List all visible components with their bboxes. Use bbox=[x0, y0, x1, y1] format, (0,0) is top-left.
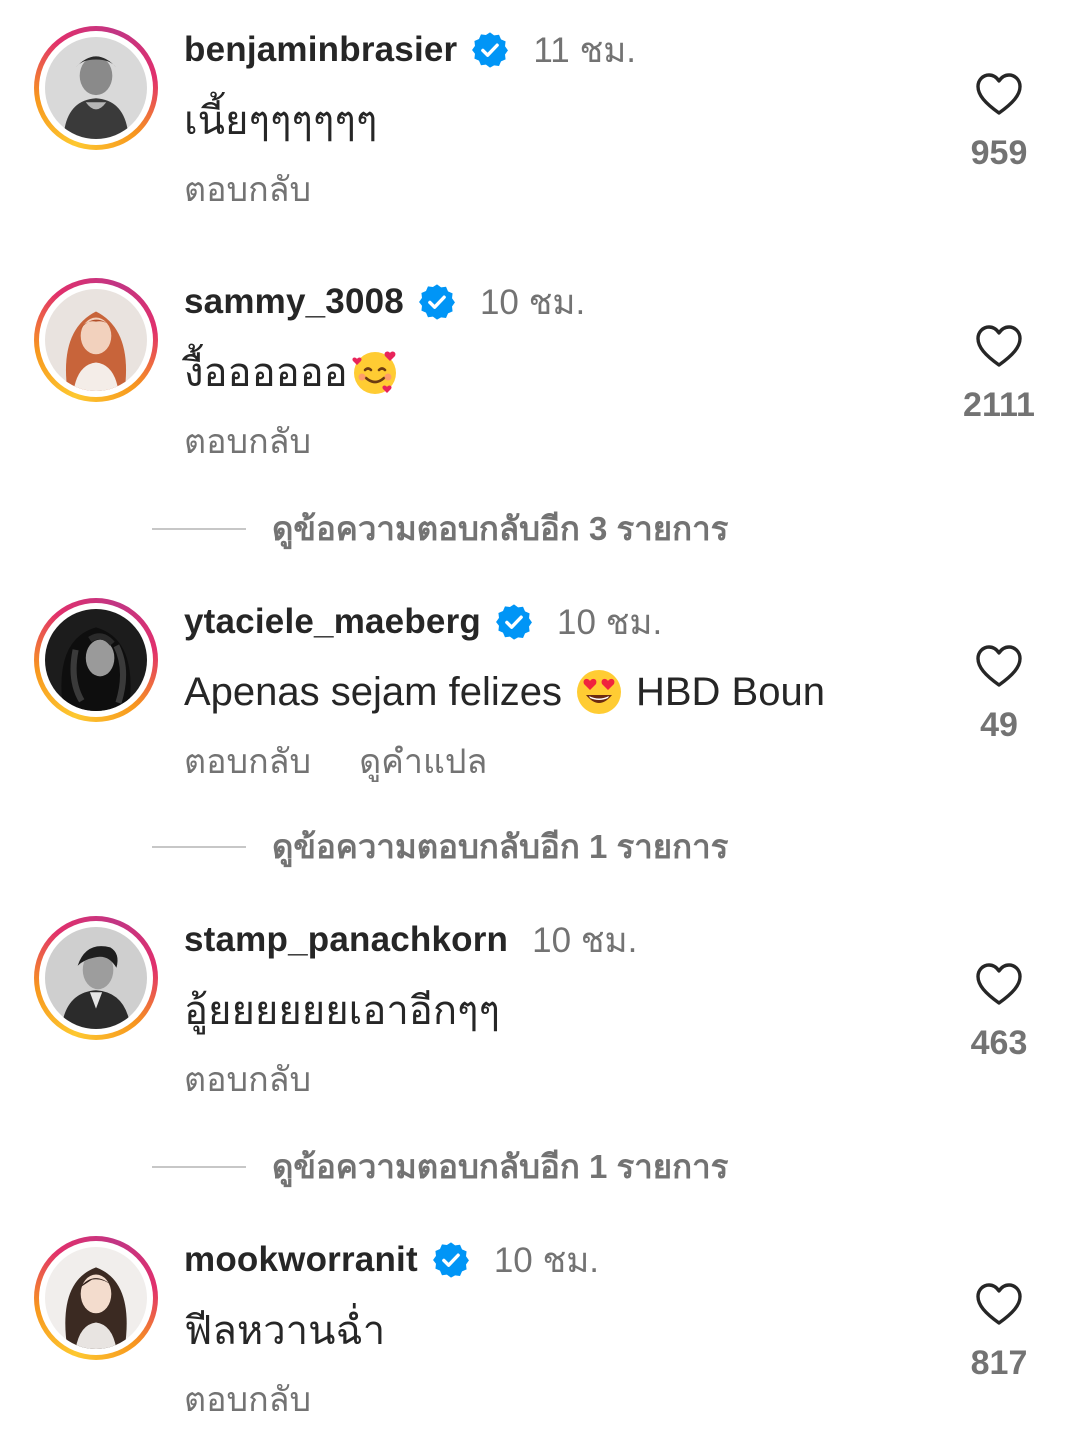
comment-item: benjaminbrasier 11 ชม. เนี้ยๆๆๆๆๆๆ ตอบกล… bbox=[0, 26, 1069, 226]
avatar bbox=[45, 1247, 147, 1349]
comment-text: อู้ยยยยยยเอาอีกๆๆ bbox=[184, 989, 501, 1033]
divider-line bbox=[152, 527, 246, 530]
like-count[interactable]: 463 bbox=[959, 1024, 1039, 1063]
heart-icon[interactable] bbox=[975, 72, 1023, 116]
like-count[interactable]: 2111 bbox=[959, 386, 1039, 425]
comment-item: ytaciele_maeberg 10 ชม. Apenas sejam fel… bbox=[0, 598, 1069, 798]
comments-list: benjaminbrasier 11 ชม. เนี้ยๆๆๆๆๆๆ ตอบกล… bbox=[0, 0, 1069, 1433]
comment-item: mookworranit 10 ชม. ฟีลหวานฉ่ำ ตอบกลับ 8… bbox=[0, 1236, 1069, 1433]
reply-button[interactable]: ตอบกลับ bbox=[184, 1372, 311, 1426]
divider-line bbox=[152, 845, 246, 848]
verified-badge-icon bbox=[418, 283, 456, 321]
like-control: 2111 bbox=[959, 324, 1039, 425]
reply-button[interactable]: ตอบกลับ bbox=[184, 1052, 311, 1106]
comment-timestamp: 10 ชม. bbox=[479, 282, 586, 322]
view-more-replies-label[interactable]: ดูข้อความตอบกลับอีก 3 รายการ bbox=[272, 502, 728, 555]
avatar bbox=[45, 927, 147, 1029]
comment-timestamp: 10 ชม. bbox=[557, 602, 663, 642]
reply-button[interactable]: ตอบกลับ bbox=[184, 734, 311, 788]
reply-button[interactable]: ตอบกลับ bbox=[184, 414, 311, 468]
comment-username[interactable]: ytaciele_maeberg bbox=[184, 602, 481, 642]
verified-badge-icon bbox=[495, 603, 533, 641]
like-control: 463 bbox=[959, 962, 1039, 1063]
view-more-replies-button[interactable]: ดูข้อความตอบกลับอีก 1 รายการ bbox=[152, 1140, 728, 1193]
avatar bbox=[45, 37, 147, 139]
avatar-story-ring[interactable] bbox=[34, 598, 158, 722]
see-translation-button[interactable]: ดูคำแปล bbox=[359, 734, 487, 788]
heart-icon[interactable] bbox=[975, 324, 1023, 368]
comment-item: sammy_3008 10 ชม. งื้ออออออ ตอบกลับ 2111 bbox=[0, 278, 1069, 478]
comment-text: Apenas sejam felizes HBD Boun bbox=[184, 664, 944, 720]
comment-text: งื้ออออออ bbox=[184, 344, 944, 400]
verified-badge-icon bbox=[432, 1241, 470, 1279]
view-more-replies-label[interactable]: ดูข้อความตอบกลับอีก 1 รายการ bbox=[272, 820, 728, 873]
comment-item: stamp_panachkorn 10 ชม. อู้ยยยยยยเอาอีกๆ… bbox=[0, 916, 1069, 1116]
divider-line bbox=[152, 1165, 246, 1168]
avatar bbox=[45, 289, 147, 391]
comment-username[interactable]: mookworranit bbox=[184, 1240, 418, 1280]
heart-icon[interactable] bbox=[975, 1282, 1023, 1326]
like-control: 817 bbox=[959, 1282, 1039, 1383]
avatar-story-ring[interactable] bbox=[34, 26, 158, 150]
comment-text-content: งื้ออออออ bbox=[184, 351, 348, 395]
like-count[interactable]: 959 bbox=[959, 134, 1039, 173]
comment-username[interactable]: stamp_panachkorn bbox=[184, 920, 508, 960]
like-control: 959 bbox=[959, 72, 1039, 173]
view-more-replies-label[interactable]: ดูข้อความตอบกลับอีก 1 รายการ bbox=[272, 1140, 728, 1193]
reply-button[interactable]: ตอบกลับ bbox=[184, 162, 311, 216]
verified-badge-icon bbox=[471, 31, 509, 69]
avatar-story-ring[interactable] bbox=[34, 916, 158, 1040]
comment-text-after: HBD Boun bbox=[635, 669, 825, 714]
comment-text: เนี้ยๆๆๆๆๆๆ bbox=[184, 99, 378, 143]
view-more-replies-button[interactable]: ดูข้อความตอบกลับอีก 3 รายการ bbox=[152, 502, 728, 555]
heart-icon[interactable] bbox=[975, 644, 1023, 688]
comment-timestamp: 10 ชม. bbox=[532, 920, 638, 960]
comment-timestamp: 10 ชม. bbox=[493, 1240, 600, 1280]
comment-text-before: Apenas sejam felizes bbox=[184, 669, 562, 714]
heart-eyes-emoji-icon bbox=[574, 667, 624, 717]
comment-username[interactable]: benjaminbrasier bbox=[184, 30, 457, 70]
view-more-replies-button[interactable]: ดูข้อความตอบกลับอีก 1 รายการ bbox=[152, 820, 728, 873]
like-count[interactable]: 49 bbox=[959, 706, 1039, 745]
like-control: 49 bbox=[959, 644, 1039, 745]
avatar-story-ring[interactable] bbox=[34, 1236, 158, 1360]
comment-username[interactable]: sammy_3008 bbox=[184, 282, 404, 322]
like-count[interactable]: 817 bbox=[959, 1344, 1039, 1383]
avatar bbox=[45, 609, 147, 711]
heart-icon[interactable] bbox=[975, 962, 1023, 1006]
comment-timestamp: 11 ชม. bbox=[533, 30, 636, 70]
smiling-face-with-hearts-emoji-icon bbox=[350, 347, 400, 397]
avatar-story-ring[interactable] bbox=[34, 278, 158, 402]
comment-text: ฟีลหวานฉ่ำ bbox=[184, 1309, 386, 1353]
